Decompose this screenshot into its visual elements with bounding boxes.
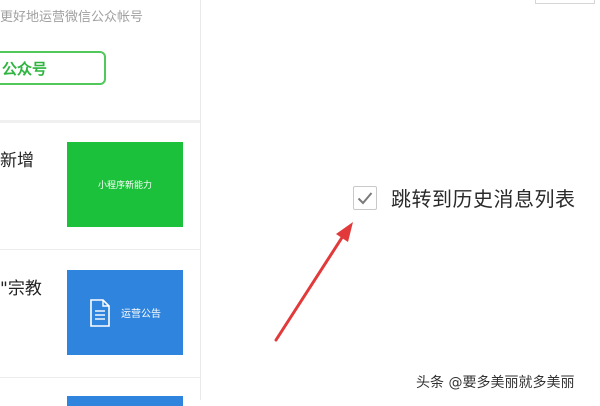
arrow-annotation-icon <box>274 222 353 342</box>
watermark: 头条 @要多美丽就多美丽 <box>416 375 575 391</box>
